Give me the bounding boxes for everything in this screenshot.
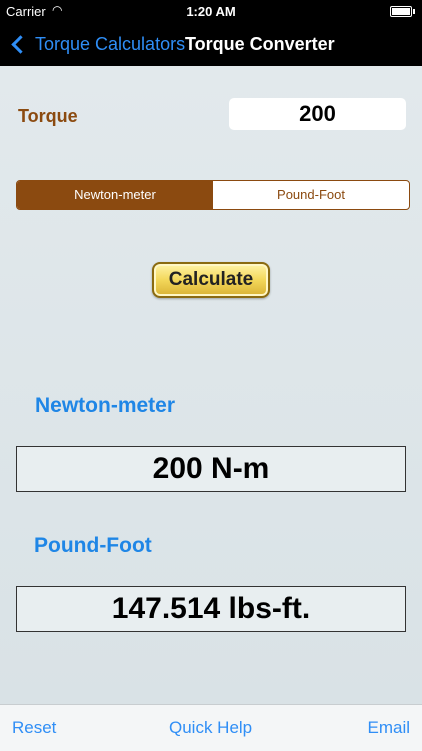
status-bar: Carrier ◠ 1:20 AM: [0, 0, 422, 22]
main-content: Torque Newton-meter Pound-Foot Calculate…: [0, 66, 422, 704]
newton-meter-result-label: Newton-meter: [35, 394, 176, 417]
status-time: 1:20 AM: [186, 4, 236, 19]
back-button[interactable]: Torque Calculators: [10, 22, 185, 66]
back-button-label: Torque Calculators: [35, 33, 186, 54]
email-button[interactable]: Email: [367, 705, 410, 751]
pound-foot-result: 147.514 lbs-ft.: [16, 586, 406, 632]
segment-newton-meter[interactable]: Newton-meter: [17, 181, 213, 209]
unit-segmented-control: Newton-meter Pound-Foot: [16, 180, 410, 210]
chevron-left-icon: [11, 34, 30, 54]
bottom-toolbar: Reset Quick Help Email: [0, 704, 422, 751]
page-title: Torque Converter: [185, 34, 335, 54]
segment-pound-foot[interactable]: Pound-Foot: [213, 181, 409, 209]
pound-foot-result-label: Pound-Foot: [34, 534, 152, 557]
reset-button[interactable]: Reset: [12, 705, 56, 751]
quick-help-button[interactable]: Quick Help: [169, 705, 252, 751]
torque-label: Torque: [18, 106, 78, 126]
navigation-bar: Torque Calculators Torque Converter: [0, 22, 422, 66]
calculate-button[interactable]: Calculate: [152, 262, 270, 298]
battery-icon: [390, 6, 415, 17]
newton-meter-result: 200 N-m: [16, 446, 406, 492]
torque-input[interactable]: [229, 98, 406, 130]
